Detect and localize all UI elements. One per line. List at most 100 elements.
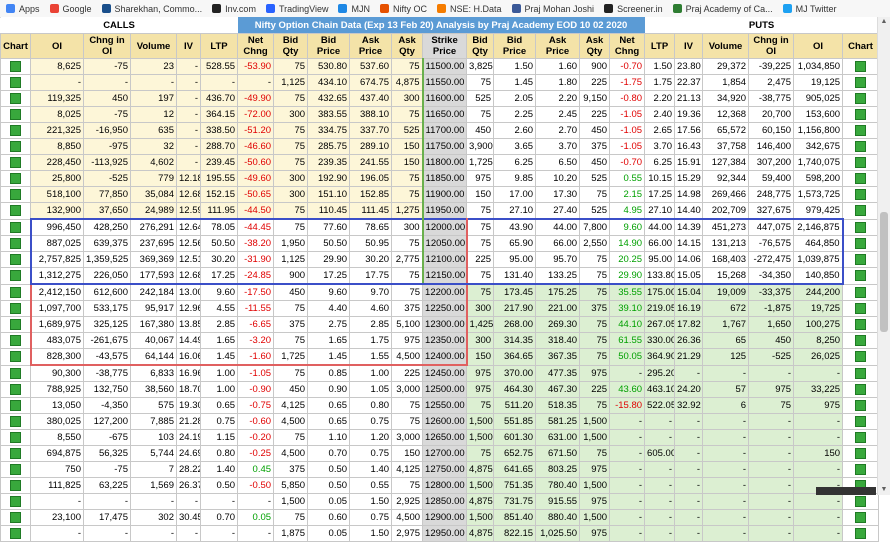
- call-chart-button[interactable]: [0, 154, 31, 171]
- bookmark-1[interactable]: Google: [49, 4, 92, 14]
- strike-price: 11500.00: [421, 58, 468, 75]
- call-cell: 103: [130, 429, 177, 446]
- nifty-oc-icon: [379, 4, 389, 13]
- call-cell: 285.75: [307, 138, 351, 155]
- put-chart-button[interactable]: [842, 332, 880, 349]
- call-chart-button[interactable]: [0, 300, 31, 317]
- call-chart-button[interactable]: [0, 122, 31, 139]
- bookmark-9[interactable]: Screener.in: [604, 4, 663, 14]
- put-chart-button[interactable]: [842, 58, 880, 75]
- put-cell: 975: [466, 170, 495, 187]
- bookmark-10[interactable]: Praj Academy of Ca...: [672, 4, 773, 14]
- call-cell: 50.50: [307, 235, 351, 252]
- chart-icon: [855, 431, 867, 443]
- bookmark-5[interactable]: MJN: [338, 4, 370, 14]
- call-chart-button[interactable]: [0, 186, 31, 203]
- put-cell: 21.13: [674, 90, 704, 107]
- call-chart-button[interactable]: [0, 106, 31, 123]
- put-chart-button[interactable]: [842, 429, 880, 446]
- put-chart-button[interactable]: [842, 74, 880, 91]
- call-cell: 0.45: [237, 461, 275, 478]
- put-chart-button[interactable]: [842, 154, 880, 171]
- call-chart-button[interactable]: [0, 493, 31, 510]
- put-chart-button[interactable]: [842, 90, 880, 107]
- put-chart-button[interactable]: [842, 122, 880, 139]
- put-chart-button[interactable]: [842, 381, 880, 398]
- bookmark-3[interactable]: Inv.com: [212, 4, 256, 14]
- scroll-up-icon[interactable]: ▲: [879, 17, 889, 27]
- call-chart-button[interactable]: [0, 348, 31, 366]
- call-cell: 75: [391, 186, 424, 203]
- put-chart-button[interactable]: [842, 316, 880, 333]
- bookmark-8[interactable]: Praj Mohan Joshi: [511, 4, 594, 14]
- put-chart-button[interactable]: [842, 493, 880, 510]
- call-chart-button[interactable]: [0, 397, 31, 414]
- bookmark-11[interactable]: MJ Twitter: [782, 4, 836, 14]
- scroll-down-icon[interactable]: ▼: [879, 485, 889, 495]
- put-cell: 6.25: [644, 154, 676, 171]
- call-chart-button[interactable]: [0, 477, 31, 494]
- put-chart-button[interactable]: [842, 283, 880, 301]
- call-chart-button[interactable]: [0, 170, 31, 187]
- call-chart-button[interactable]: [0, 509, 31, 526]
- call-chart-button[interactable]: [0, 74, 31, 91]
- put-chart-button[interactable]: [842, 525, 880, 542]
- call-chart-button[interactable]: [0, 267, 31, 285]
- put-chart-button[interactable]: [842, 202, 880, 220]
- put-chart-button[interactable]: [842, 461, 880, 478]
- put-cell: -33,375: [748, 283, 795, 301]
- put-chart-button[interactable]: [842, 106, 880, 123]
- put-cell: -: [644, 477, 676, 494]
- call-chart-button[interactable]: [0, 235, 31, 252]
- put-cell: 9,150: [579, 90, 611, 107]
- call-cell: 4.55: [199, 300, 239, 317]
- bookmark-4[interactable]: TradingView: [265, 4, 328, 14]
- put-chart-button[interactable]: [842, 186, 880, 203]
- call-chart-button[interactable]: [0, 138, 31, 155]
- vertical-scrollbar[interactable]: ▲ ▼: [877, 17, 890, 495]
- put-chart-button[interactable]: [842, 364, 880, 382]
- call-chart-button[interactable]: [0, 332, 31, 349]
- call-chart-button[interactable]: [0, 381, 31, 398]
- scrollbar-thumb[interactable]: [880, 212, 888, 332]
- call-cell: 1.10: [307, 429, 351, 446]
- call-cell: 2,775: [391, 251, 424, 268]
- put-cell: 2,475: [748, 74, 795, 91]
- bookmark-2[interactable]: Sharekhan, Commo...: [101, 4, 202, 14]
- put-chart-button[interactable]: [842, 300, 880, 317]
- call-chart-button[interactable]: [0, 283, 31, 301]
- call-cell: -0.90: [237, 381, 275, 398]
- put-chart-button[interactable]: [842, 218, 880, 236]
- put-chart-button[interactable]: [842, 509, 880, 526]
- put-chart-button[interactable]: [842, 170, 880, 187]
- put-chart-button[interactable]: [842, 413, 880, 430]
- bookmark-6[interactable]: Nifty OC: [379, 4, 427, 14]
- call-chart-button[interactable]: [0, 525, 31, 542]
- put-cell: 1,650: [748, 316, 795, 333]
- put-chart-button[interactable]: [842, 138, 880, 155]
- call-chart-button[interactable]: [0, 461, 31, 478]
- put-chart-button[interactable]: [842, 397, 880, 414]
- call-chart-button[interactable]: [0, 364, 31, 382]
- call-chart-button[interactable]: [0, 413, 31, 430]
- chart-icon: [855, 318, 867, 330]
- call-chart-button[interactable]: [0, 429, 31, 446]
- put-chart-button[interactable]: [842, 267, 880, 285]
- call-cell: 674.75: [349, 74, 393, 91]
- call-cell: -16,950: [83, 122, 131, 139]
- bookmark-0[interactable]: Apps: [6, 4, 40, 14]
- put-cell: 731.75: [493, 493, 537, 510]
- call-chart-button[interactable]: [0, 251, 31, 268]
- call-chart-button[interactable]: [0, 90, 31, 107]
- call-chart-button[interactable]: [0, 58, 31, 75]
- put-cell: 4,875: [466, 493, 495, 510]
- call-chart-button[interactable]: [0, 316, 31, 333]
- bookmark-7[interactable]: NSE: H.Data: [436, 4, 502, 14]
- put-chart-button[interactable]: [842, 251, 880, 268]
- put-chart-button[interactable]: [842, 235, 880, 252]
- call-chart-button[interactable]: [0, 218, 31, 236]
- put-chart-button[interactable]: [842, 348, 880, 366]
- call-chart-button[interactable]: [0, 202, 31, 220]
- call-chart-button[interactable]: [0, 445, 31, 462]
- put-chart-button[interactable]: [842, 445, 880, 462]
